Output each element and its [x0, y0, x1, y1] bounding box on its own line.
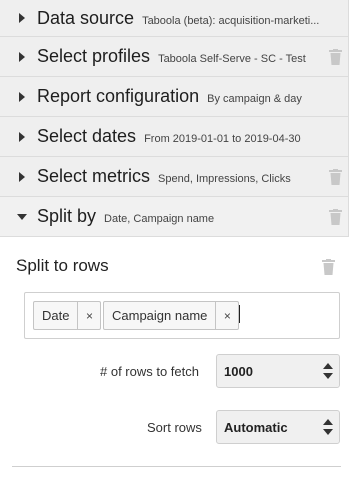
split-to-rows-title: Split to rows — [16, 256, 109, 275]
section-select-profiles[interactable]: Select profiles Taboola Self-Serve - SC -… — [0, 37, 349, 77]
trash-icon[interactable] — [328, 48, 342, 66]
section-title: Split by Date, Campaign name — [37, 206, 215, 226]
divider — [12, 466, 341, 467]
sort-rows-select[interactable]: Automatic — [216, 410, 340, 444]
rows-to-fetch-select[interactable]: 1000 — [216, 354, 340, 388]
section-subtitle: Taboola Self-Serve - SC - Test — [158, 53, 306, 65]
section-subtitle: Taboola (beta): acquisition-marketi... — [142, 14, 320, 27]
text-cursor — [239, 305, 240, 323]
section-title: Select profiles Taboola Self-Serve - SC -… — [37, 46, 306, 66]
section-title: Data source Taboola (beta): acquisition-m… — [37, 7, 320, 28]
section-title: Report configuration By campaign & day — [37, 86, 302, 106]
select-arrows-icon — [323, 363, 333, 382]
section-report-configuration[interactable]: Report configuration By campaign & day — [0, 77, 349, 117]
section-split-by[interactable]: Split by Date, Campaign name — [0, 197, 349, 237]
section-subtitle: From 2019-01-01 to 2019-04-30 — [144, 133, 301, 145]
trash-icon[interactable] — [328, 208, 342, 226]
chip-remove-button[interactable]: × — [77, 302, 100, 329]
sort-rows-label: Sort rows — [147, 420, 202, 435]
chip-label: Campaign name — [112, 308, 208, 323]
split-by-content: Split to rows Date × Campaign name × # o… — [0, 242, 349, 482]
section-select-dates[interactable]: Select dates From 2019-01-01 to 2019-04-3… — [0, 117, 349, 157]
sort-rows-value: Automatic — [224, 419, 288, 435]
caret-right-icon — [16, 171, 28, 183]
rows-to-fetch-label: # of rows to fetch — [100, 364, 199, 379]
caret-down-icon — [16, 211, 28, 223]
section-data-source[interactable]: Data source Taboola (beta): acquisition-m… — [0, 0, 349, 37]
caret-right-icon — [16, 12, 28, 24]
caret-right-icon — [16, 91, 28, 103]
select-arrows-icon — [323, 419, 333, 438]
section-subtitle: Spend, Impressions, Clicks — [158, 173, 291, 185]
trash-icon[interactable] — [322, 259, 335, 280]
trash-icon[interactable] — [328, 168, 342, 186]
chip-remove-button[interactable]: × — [215, 302, 238, 329]
chip-date: Date × — [33, 301, 102, 330]
chip-campaign-name: Campaign name × — [103, 301, 240, 330]
caret-right-icon — [16, 131, 28, 143]
config-panel: Data source Taboola (beta): acquisition-m… — [0, 0, 349, 237]
section-subtitle: Date, Campaign name — [104, 213, 215, 225]
section-title: Select metrics Spend, Impressions, Clicks — [37, 166, 291, 186]
rows-to-fetch-value: 1000 — [224, 363, 253, 379]
split-rows-input[interactable]: Date × Campaign name × — [24, 292, 340, 339]
section-subtitle: By campaign & day — [207, 93, 302, 105]
caret-right-icon — [16, 51, 28, 63]
section-select-metrics[interactable]: Select metrics Spend, Impressions, Clicks — [0, 157, 349, 197]
section-title: Select dates From 2019-01-01 to 2019-04-3… — [37, 126, 301, 146]
chip-label: Date — [42, 308, 70, 323]
